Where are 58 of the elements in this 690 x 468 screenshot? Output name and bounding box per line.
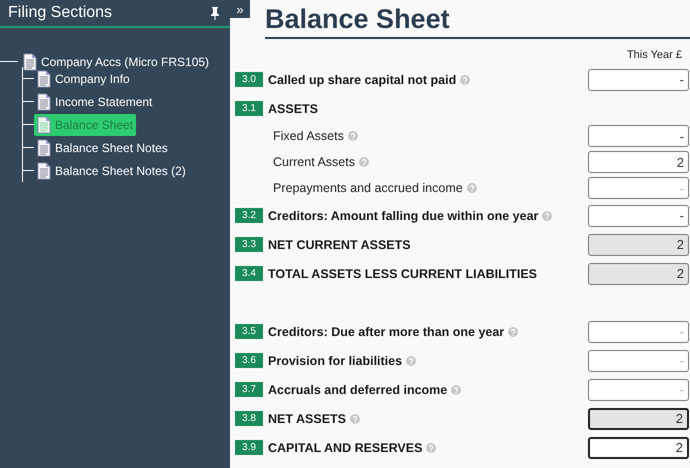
tree-item[interactable]: Balance Sheet Notes [34, 136, 171, 158]
page-title: Balance Sheet [265, 4, 690, 39]
help-icon [406, 356, 416, 366]
section-number: 3.7 [235, 382, 263, 397]
help-icon [350, 414, 360, 424]
section-number: 3.8 [235, 411, 263, 426]
section-number: 3.1 [235, 101, 263, 116]
sidebar-title: Filing Sections [8, 4, 112, 22]
field-label: Provision for liabilities [268, 354, 402, 368]
field-label: NET CURRENT ASSETS [268, 238, 411, 252]
field-label: Called up share capital not paid [268, 72, 456, 86]
section-number: 3.3 [235, 237, 263, 252]
amount-field[interactable]: 2 [588, 151, 689, 173]
section-number: 3.5 [235, 324, 263, 339]
section-number: 3.2 [235, 208, 263, 223]
pin-icon [210, 6, 220, 20]
section-number: 3.4 [235, 266, 263, 281]
document-icon [37, 92, 51, 110]
help-icon [508, 326, 518, 336]
help-icon [426, 442, 436, 452]
amount-field[interactable]: 2 [588, 436, 689, 458]
amount-field[interactable]: - [588, 125, 689, 147]
help-icon [358, 157, 369, 167]
help-icon [542, 210, 552, 220]
section-number: 3.0 [235, 72, 263, 87]
field-label: ASSETS [268, 102, 318, 116]
field-label: Prepayments and accrued income [273, 181, 463, 195]
field-label: Accruals and deferred income [268, 382, 448, 396]
field-label: Current Assets [273, 155, 355, 169]
field-label: Fixed Assets [273, 129, 344, 143]
document-icon [37, 70, 51, 88]
collapse-button[interactable]: » [230, 0, 250, 18]
field-label: TOTAL ASSETS LESS CURRENT LIABILITIES [268, 266, 538, 280]
help-icon [348, 131, 358, 141]
amount-field[interactable]: 2 [588, 234, 689, 256]
field-label: Creditors: Due after more than one year [268, 324, 504, 338]
field-label: Creditors: Amount falling due within one year [268, 208, 538, 222]
section-number: 3.6 [235, 353, 263, 368]
document-icon [37, 138, 51, 156]
amount-field[interactable]: - [588, 378, 689, 400]
amount-field[interactable]: 2 [588, 408, 689, 430]
amount-field[interactable]: - [588, 177, 689, 199]
document-icon [37, 162, 51, 180]
help-icon [466, 183, 477, 193]
tree-item[interactable]: Income Statement [34, 90, 156, 112]
amount-field[interactable]: - [588, 350, 689, 372]
help-icon [451, 384, 462, 394]
amount-field[interactable]: - [588, 204, 689, 226]
help-icon [460, 74, 470, 84]
tree-item[interactable]: Balance Sheet Notes (2) [34, 160, 189, 182]
amount-field[interactable]: 2 [588, 262, 689, 284]
field-label: NET ASSETS [268, 412, 346, 426]
section-number: 3.9 [235, 440, 263, 455]
amount-field[interactable]: - [588, 68, 689, 90]
document-icon [37, 116, 51, 134]
field-label: CAPITAL AND RESERVES [268, 440, 422, 454]
column-heading: This Year £ [626, 49, 682, 61]
amount-field[interactable]: - [588, 320, 689, 342]
